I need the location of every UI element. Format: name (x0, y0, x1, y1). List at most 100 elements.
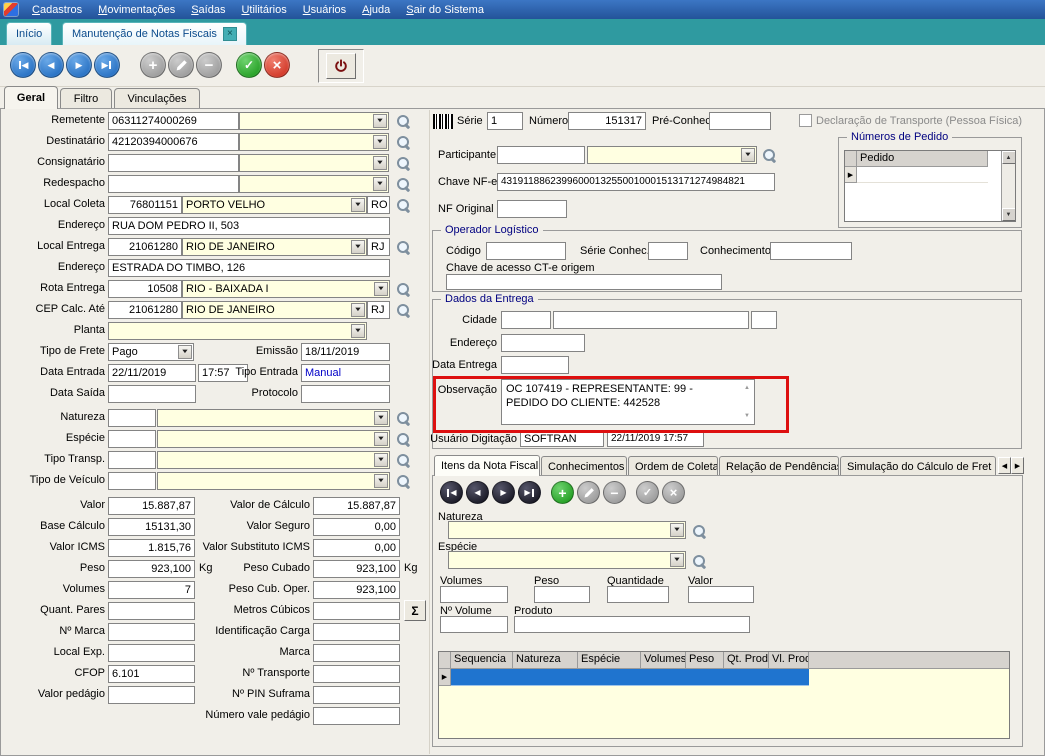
itens-grid[interactable]: Sequencia Natureza Espécie Volumes Peso … (438, 651, 1010, 739)
n-transporte-field[interactable] (313, 665, 400, 683)
itens-natureza-combo[interactable]: ▼ (448, 521, 686, 539)
tab-simulacao-calculo-frete[interactable]: Simulação do Cálculo de Fret (840, 456, 996, 476)
col-especie[interactable]: Espécie (578, 652, 641, 669)
especie-search-icon[interactable] (395, 431, 411, 447)
redespacho-combo[interactable]: ▼ (239, 175, 389, 193)
observacao-scroll[interactable]: ▲▼ (741, 381, 753, 423)
itens-cancel-button[interactable]: × (662, 481, 685, 504)
nf-original-field[interactable] (497, 200, 567, 218)
cep-calc-search-icon[interactable] (395, 302, 411, 318)
tipo-veiculo-combo[interactable]: ▼ (157, 472, 390, 490)
destinatario-combo[interactable]: ▼ (239, 133, 389, 151)
emissao-field[interactable]: 18/11/2019 (301, 343, 390, 361)
valor-calculo-field[interactable]: 15.887,87 (313, 497, 400, 515)
dropdown-icon[interactable]: ▼ (374, 453, 388, 467)
cancel-button[interactable]: × (264, 52, 290, 78)
local-coleta-uf-field[interactable]: RO (367, 196, 390, 214)
participante-search-icon[interactable] (761, 147, 777, 163)
endereco-entrega-field[interactable]: ESTRADA DO TIMBO, 126 (108, 259, 390, 277)
consignatario-combo[interactable]: ▼ (239, 154, 389, 172)
itens-first-button[interactable]: ◀ (440, 481, 463, 504)
tab-relacao-pendencias[interactable]: Relação de Pendências (719, 456, 839, 476)
tipo-transp-combo[interactable]: ▼ (157, 451, 390, 469)
ident-carga-field[interactable] (313, 623, 400, 641)
dropdown-icon[interactable]: ▼ (373, 177, 387, 191)
tab-scroll-right-icon[interactable]: ▶ (1011, 457, 1024, 474)
dropdown-icon[interactable]: ▼ (670, 523, 684, 537)
tab-manutencao-notas-fiscais[interactable]: Manutenção de Notas Fiscais × (62, 22, 247, 45)
natureza-search-icon[interactable] (395, 410, 411, 426)
dropdown-icon[interactable]: ▼ (374, 411, 388, 425)
local-coleta-search-icon[interactable] (395, 197, 411, 213)
itens-produto-field[interactable] (514, 616, 750, 633)
dropdown-icon[interactable]: ▼ (374, 282, 388, 296)
consignatario-search-icon[interactable] (395, 155, 411, 171)
tab-inicio[interactable]: Início (6, 22, 52, 45)
tab-ordem-coleta[interactable]: Ordem de Coleta (628, 456, 718, 476)
cidade-name-field[interactable] (553, 311, 749, 329)
dropdown-icon[interactable]: ▼ (373, 135, 387, 149)
redespacho-code-field[interactable] (108, 175, 239, 193)
itens-last-button[interactable]: ▶ (518, 481, 541, 504)
protocolo-field[interactable] (301, 385, 390, 403)
tab-itens-nota-fiscal[interactable]: Itens da Nota Fiscal (434, 455, 540, 476)
conhecimento-field[interactable] (770, 242, 852, 260)
dropdown-icon[interactable]: ▼ (351, 198, 365, 212)
itens-valor-field[interactable] (688, 586, 754, 603)
rota-search-icon[interactable] (395, 281, 411, 297)
col-natureza[interactable]: Natureza (513, 652, 578, 669)
local-entrega-uf-field[interactable]: RJ (367, 238, 390, 256)
declaracao-checkbox[interactable] (799, 114, 812, 127)
tab-vinculacoes[interactable]: Vinculações (114, 88, 200, 109)
scroll-down-icon[interactable]: ▼ (1002, 208, 1016, 221)
remetente-combo[interactable]: ▼ (239, 112, 389, 130)
dropdown-icon[interactable]: ▼ (351, 240, 365, 254)
natureza-code-field[interactable] (108, 409, 156, 427)
consignatario-code-field[interactable] (108, 154, 239, 172)
dropdown-icon[interactable]: ▼ (351, 324, 365, 338)
pedidos-scrollbar[interactable]: ▲ ▼ (1001, 151, 1015, 221)
col-qt-prod[interactable]: Qt. Prod. (724, 652, 769, 669)
obs-scroll-up-icon[interactable]: ▲ (744, 381, 750, 395)
serie-field[interactable]: 1 (487, 112, 523, 130)
prev-record-button[interactable]: ◀ (38, 52, 64, 78)
itens-especie-combo[interactable]: ▼ (448, 551, 686, 569)
itens-confirm-button[interactable]: ✓ (636, 481, 659, 504)
col-peso[interactable]: Peso (686, 652, 724, 669)
codigo-field[interactable] (486, 242, 566, 260)
first-record-button[interactable]: ◀ (10, 52, 36, 78)
tipo-veiculo-search-icon[interactable] (395, 473, 411, 489)
menu-item-utilitarios[interactable]: Utilitários (233, 2, 294, 18)
planta-combo[interactable]: ▼ (108, 322, 367, 340)
cep-calc-uf-field[interactable]: RJ (367, 301, 390, 319)
edit-button[interactable] (168, 52, 194, 78)
participante-combo[interactable]: ▼ (587, 146, 757, 164)
close-tab-icon[interactable]: × (223, 27, 237, 41)
observacao-field[interactable]: OC 107419 - REPRESENTANTE: 99 - PEDIDO D… (501, 379, 755, 425)
cidade-uf-field[interactable] (751, 311, 777, 329)
dropdown-icon[interactable]: ▼ (373, 156, 387, 170)
menu-item-cadastros[interactable]: Cadastros (24, 2, 90, 18)
rota-combo[interactable]: RIO - BAIXADA I▼ (182, 280, 390, 298)
itens-prev-button[interactable]: ◀ (466, 481, 489, 504)
itens-natureza-search-icon[interactable] (691, 523, 707, 539)
pedidos-row[interactable] (857, 167, 988, 183)
scroll-up-icon[interactable]: ▲ (1002, 151, 1016, 164)
dropdown-icon[interactable]: ▼ (670, 553, 684, 567)
metros-cubicos-field[interactable] (313, 602, 400, 620)
dropdown-icon[interactable]: ▼ (374, 474, 388, 488)
chave-nfe-field[interactable]: 4319118862399600013255001000151317127498… (497, 173, 775, 191)
num-vale-pedagio-field[interactable] (313, 707, 400, 725)
natureza-combo[interactable]: ▼ (157, 409, 390, 427)
destinatario-code-field[interactable]: 42120394000676 (108, 133, 239, 151)
remetente-search-icon[interactable] (395, 113, 411, 129)
itens-delete-button[interactable]: − (603, 481, 626, 504)
col-vl-prod[interactable]: Vl. Prod. (769, 652, 809, 669)
itens-especie-search-icon[interactable] (691, 553, 707, 569)
local-coleta-city-combo[interactable]: PORTO VELHO▼ (182, 196, 367, 214)
itens-add-button[interactable]: + (551, 481, 574, 504)
cidade-code-field[interactable] (501, 311, 551, 329)
tab-filtro[interactable]: Filtro (60, 88, 112, 109)
dropdown-icon[interactable]: ▼ (741, 148, 755, 162)
pedidos-grid[interactable]: Pedido ▶ ▲ ▼ (844, 150, 1016, 222)
